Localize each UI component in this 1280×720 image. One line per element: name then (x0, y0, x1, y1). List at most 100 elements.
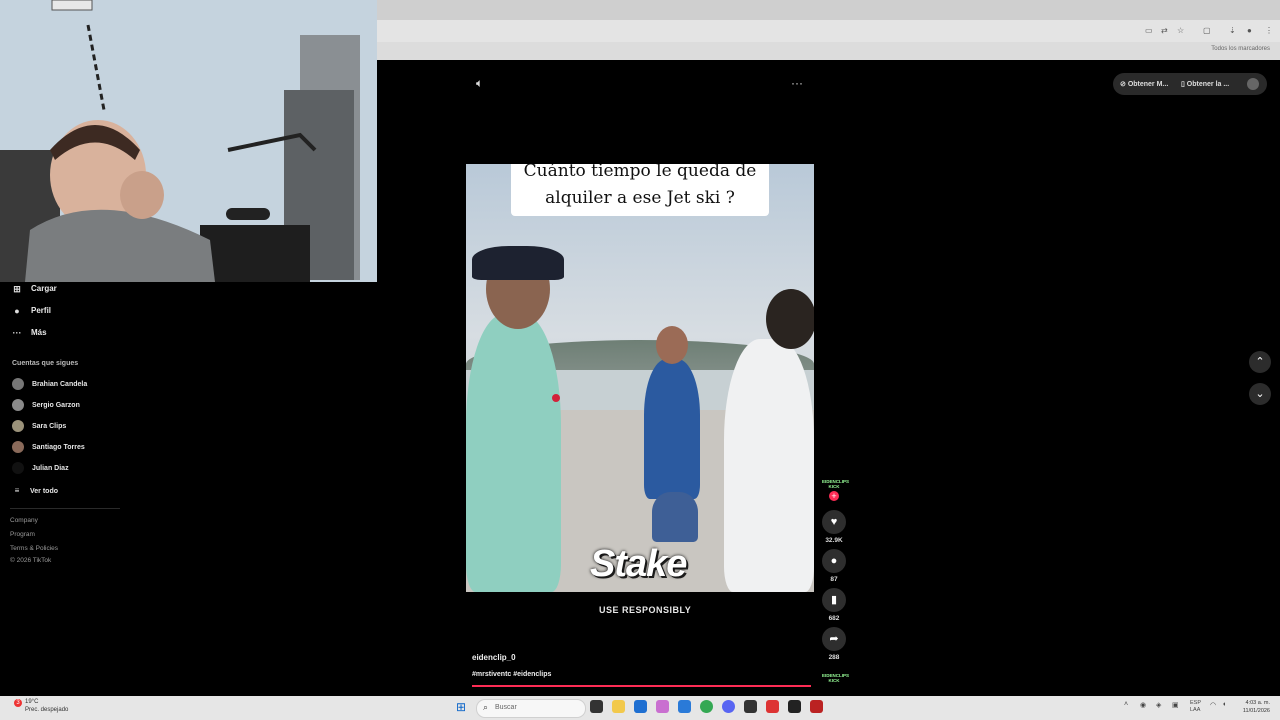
star-icon[interactable]: ☆ (1177, 27, 1185, 35)
app-icon[interactable] (678, 700, 691, 713)
get-desktop-app-label: Obtener M... (1127, 81, 1169, 88)
chevron-down-icon: ⌄ (1255, 388, 1265, 400)
like-button[interactable]: ♥ (822, 510, 846, 534)
screen-cast-icon[interactable]: ▭ (1145, 27, 1153, 35)
footer-terms[interactable]: Terms & Policies (10, 545, 58, 552)
get-desktop-app-button[interactable]: ⊘ Obtener M... (1120, 80, 1168, 88)
task-view-icon[interactable] (590, 700, 603, 713)
get-app-pill: ⊘ Obtener M... ▯ Obtener la ... (1113, 73, 1267, 95)
tray-icon[interactable]: ◉ (1140, 701, 1146, 709)
chrome-icon[interactable] (700, 700, 713, 713)
footer-program[interactable]: Program (10, 531, 35, 538)
language-indicator[interactable]: ESP LAA (1190, 700, 1201, 714)
next-video-button[interactable]: ⌄ (1249, 383, 1271, 405)
store-icon[interactable] (634, 700, 647, 713)
following-item[interactable]: Santiago Torres (12, 441, 85, 453)
sidebar-item-label: Más (31, 328, 47, 338)
bookmark-icon: ▮ (830, 594, 838, 606)
more-icon: ··· (12, 328, 22, 338)
following-name: Julian Diaz (32, 464, 69, 472)
previous-video-button[interactable]: ⌃ (1249, 351, 1271, 373)
tray-icon[interactable]: ▣ (1172, 701, 1179, 709)
extensions-icon[interactable]: ▢ (1203, 27, 1211, 35)
translate-icon[interactable]: ⇄ (1161, 27, 1169, 35)
footer-copyright: © 2026 TikTok (10, 557, 52, 564)
music-disc[interactable]: EIDENCLIPS KICK (822, 673, 849, 683)
sidebar-item-more[interactable]: ··· Más (12, 328, 47, 338)
following-item[interactable]: Brahian Candela (12, 378, 87, 390)
all-bookmarks-label[interactable]: Todos los marcadores (1211, 46, 1270, 52)
file-explorer-icon[interactable] (612, 700, 625, 713)
download-icon[interactable]: ⇣ (1229, 27, 1237, 35)
video-caption: Cuánto tiempo le queda de alquiler a ese… (511, 164, 769, 216)
tab-strip[interactable] (377, 0, 1280, 20)
sidebar-item-upload[interactable]: ⊞ Cargar (12, 284, 57, 294)
bookmarks-bar (377, 42, 1280, 60)
comment-icon: ● (830, 555, 838, 567)
avatar (12, 399, 24, 411)
app-icon[interactable] (744, 700, 757, 713)
share-button[interactable]: ➦ (822, 627, 846, 651)
menu-icon[interactable]: ⋮ (1265, 27, 1273, 35)
more-options-icon[interactable]: ··· (791, 76, 803, 90)
following-item[interactable]: Sergio Garzon (12, 399, 80, 411)
following-name: Brahian Candela (32, 380, 88, 388)
weather-description: Prec. despejado (25, 707, 69, 713)
get-mobile-app-button[interactable]: ▯ Obtener la ... (1181, 80, 1229, 88)
app-icon[interactable] (788, 700, 801, 713)
heart-icon: ♥ (830, 516, 838, 528)
sidebar-item-label: Perfil (31, 306, 52, 316)
volume-icon[interactable]: ◖ (1222, 701, 1226, 708)
weather-widget[interactable]: 3 19°C Prec. despejado (14, 699, 68, 714)
follow-plus-icon[interactable]: + (829, 491, 839, 501)
save-button[interactable]: ▮ (822, 588, 846, 612)
app-icon[interactable] (810, 700, 823, 713)
following-name: Sergio Garzon (32, 401, 80, 409)
caption-line-1: Cuánto tiempo le queda de (523, 164, 757, 181)
video-shorts (652, 492, 698, 542)
video-hashtags[interactable]: #mrstiventc #eidenclips (472, 671, 551, 678)
video-person-left (466, 314, 561, 592)
windows-taskbar: 3 19°C Prec. despejado ⊞ ⌕ Buscar ˄ ◉ ◈ ▣… (0, 696, 1280, 720)
see-all-link[interactable]: ≡ Ver todo (12, 485, 58, 497)
taskbar-search[interactable]: ⌕ Buscar (476, 699, 586, 718)
lang-code: ESP (1190, 700, 1202, 706)
clock[interactable]: 4:03 a. m. 11/01/2026 (1243, 699, 1270, 715)
following-item[interactable]: Sara Clips (12, 420, 66, 432)
windows-start-icon[interactable]: ⊞ (456, 701, 468, 713)
app-icon[interactable] (656, 700, 669, 713)
profile-icon: ● (14, 306, 20, 316)
footer-company[interactable]: Company (10, 517, 38, 524)
video-author[interactable]: eidenclip_0 (472, 653, 516, 662)
like-count: 32.9K (825, 537, 843, 544)
author-avatar[interactable]: EIDENCLIPS KICK (822, 479, 849, 489)
notification-badge: 3 (14, 699, 22, 707)
volume-icon[interactable]: 🔈︎ (476, 76, 483, 91)
webcam-overlay (0, 0, 377, 282)
clock-date: 11/01/2026 (1242, 708, 1270, 714)
tray-chevron-icon[interactable]: ˄ (1124, 701, 1128, 708)
sidebar-divider (10, 508, 120, 509)
comment-button[interactable]: ● (822, 549, 846, 573)
avatar[interactable] (1247, 78, 1259, 90)
sidebar-item-label: Cargar (31, 284, 57, 294)
avatar (12, 378, 24, 390)
sidebar-item-profile[interactable]: ● Perfil (12, 306, 51, 316)
video-player[interactable]: Cuánto tiempo le queda de alquiler a ese… (466, 164, 814, 592)
profile-icon[interactable]: ● (1247, 27, 1255, 35)
video-progress-bar[interactable] (472, 685, 811, 687)
tray-icon[interactable]: ◈ (1156, 701, 1161, 709)
discord-icon[interactable] (722, 700, 735, 713)
avatar (12, 420, 24, 432)
list-icon: ≡ (14, 486, 20, 495)
share-icon: ➦ (829, 633, 839, 645)
share-count: 288 (828, 654, 840, 661)
video-ball (552, 394, 560, 402)
wifi-icon[interactable]: ◠ (1210, 701, 1216, 709)
taskbar-search-placeholder: Buscar (495, 704, 517, 711)
clock-time: 4:03 a. m. (1245, 700, 1270, 706)
video-person-middle (644, 359, 700, 499)
get-mobile-app-label: Obtener la ... (1186, 81, 1230, 88)
app-icon[interactable] (766, 700, 779, 713)
following-item[interactable]: Julian Diaz (12, 462, 69, 474)
